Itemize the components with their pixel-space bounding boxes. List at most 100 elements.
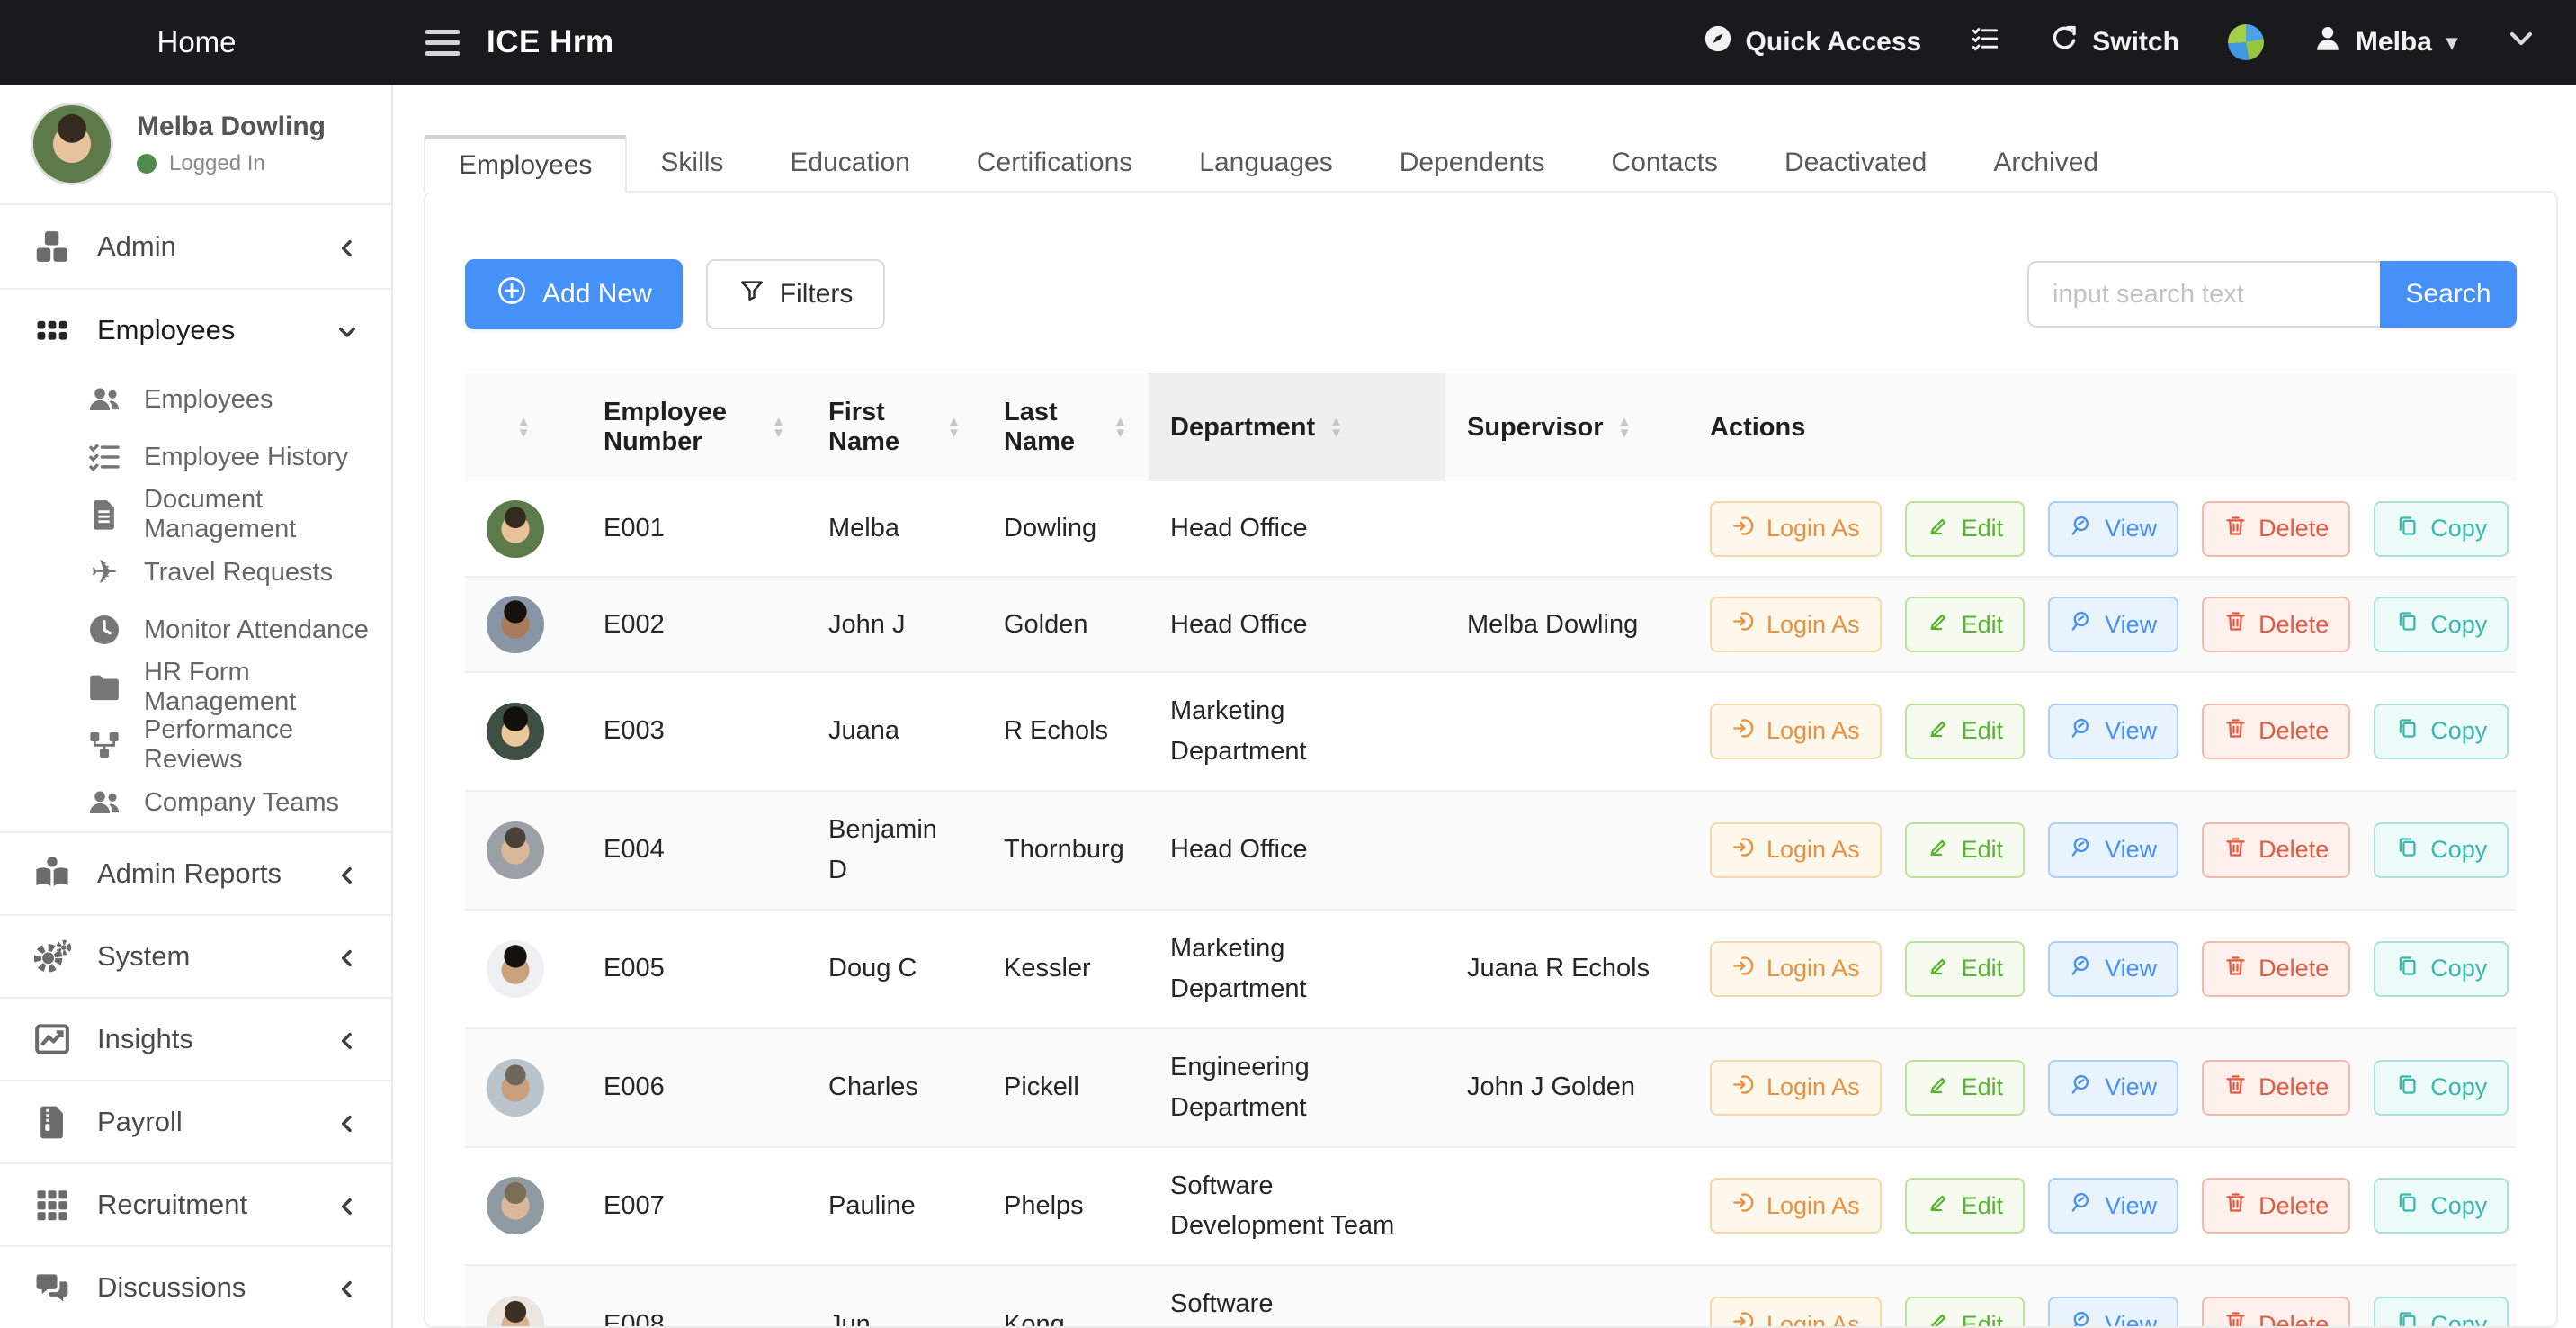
edit-button[interactable]: Edit [1905,941,2026,997]
sidebar-subitem-monitor-attendance[interactable]: Monitor Attendance [0,601,391,659]
sidebar-item-payroll[interactable]: Payroll [0,1080,391,1162]
actions-cell: Login As Edit View Delete Copy [1688,577,2517,672]
view-button[interactable]: View [2048,501,2178,557]
app-root: Home ICE Hrm Quick Access Switch Melba ▾ [0,0,2576,1328]
todo-list-button[interactable] [1970,23,2000,61]
edit-button[interactable]: Edit [1905,501,2026,557]
copy-button[interactable]: Copy [2374,822,2509,878]
switch-button[interactable]: Switch [2049,23,2179,61]
tab-deactivated[interactable]: Deactivated [1751,135,1960,191]
actions-cell: Login As Edit View Delete Copy [1688,791,2517,910]
sidebar-subitem-employee-history[interactable]: Employee History [0,428,391,486]
user-menu[interactable]: Melba ▾ [2312,23,2457,61]
first-name-cell: John J [807,577,982,672]
sidebar-item-employees[interactable]: Employees [0,288,391,371]
view-button[interactable]: View [2048,1297,2178,1328]
tab-archived[interactable]: Archived [1960,135,2132,191]
search-input[interactable] [2027,261,2380,328]
copy-button[interactable]: Copy [2374,501,2509,557]
sidebar-item-insights[interactable]: Insights [0,997,391,1080]
delete-button[interactable]: Delete [2202,1178,2350,1234]
first-name-cell: Benjamin D [807,791,982,910]
delete-button[interactable]: Delete [2202,704,2350,759]
action-label: Edit [1962,955,2004,983]
delete-button[interactable]: Delete [2202,941,2350,997]
column-header-avatar[interactable]: ▲▼ [465,373,582,481]
tab-certifications[interactable]: Certifications [944,135,1166,191]
sidebar-item-admin-reports[interactable]: Admin Reports [0,831,391,914]
tab-dependents[interactable]: Dependents [1366,135,1579,191]
sidebar-subitem-hr-form-management[interactable]: HR Form Management [0,659,391,716]
tab-education[interactable]: Education [756,135,943,191]
column-header-employee-number[interactable]: Employee Number▲▼ [582,373,807,481]
table-row: E006CharlesPickellEngineering Department… [465,1028,2517,1147]
tab-languages[interactable]: Languages [1166,135,1365,191]
view-button[interactable]: View [2048,941,2178,997]
edit-button[interactable]: Edit [1905,822,2026,878]
edit-button[interactable]: Edit [1905,597,2026,652]
copy-button[interactable]: Copy [2374,941,2509,997]
login-as-button[interactable]: Login As [1710,704,1882,759]
navbar-collapse-button[interactable] [2506,23,2536,61]
view-button[interactable]: View [2048,704,2178,759]
sidebar-subitem-performance-reviews[interactable]: Performance Reviews [0,716,391,774]
delete-icon [2223,716,2248,747]
edit-button[interactable]: Edit [1905,1297,2026,1328]
copy-button[interactable]: Copy [2374,1060,2509,1116]
sidebar-subitem-company-teams[interactable]: Company Teams [0,774,391,831]
copy-button[interactable]: Copy [2374,597,2509,652]
view-button[interactable]: View [2048,597,2178,652]
sidebar-item-recruitment[interactable]: Recruitment [0,1162,391,1245]
view-button[interactable]: View [2048,1178,2178,1234]
action-label: Login As [1767,1311,1860,1328]
copy-button[interactable]: Copy [2374,704,2509,759]
login-as-button[interactable]: Login As [1710,1297,1882,1328]
edit-button[interactable]: Edit [1905,1178,2026,1234]
column-header-department[interactable]: Department▲▼ [1149,373,1445,481]
tab-contacts[interactable]: Contacts [1579,135,1751,191]
profile-avatar[interactable] [31,103,113,185]
delete-button[interactable]: Delete [2202,1297,2350,1328]
view-button[interactable]: View [2048,1060,2178,1116]
language-globe-icon[interactable] [2228,24,2264,60]
sidebar-item-admin[interactable]: Admin [0,205,391,288]
login-as-button[interactable]: Login As [1710,597,1882,652]
sitemap-icon [86,727,122,763]
home-link[interactable]: Home [0,25,393,59]
edit-button[interactable]: Edit [1905,704,2026,759]
action-label: View [2105,515,2157,543]
sidebar-subitem-travel-requests[interactable]: ✈Travel Requests [0,543,391,601]
copy-button[interactable]: Copy [2374,1178,2509,1234]
add-new-button[interactable]: Add New [465,259,683,329]
filters-button[interactable]: Filters [706,259,886,329]
view-button[interactable]: View [2048,822,2178,878]
login-as-button[interactable]: Login As [1710,1060,1882,1116]
sidebar-item-system[interactable]: System [0,914,391,997]
login-as-button[interactable]: Login As [1710,941,1882,997]
column-label: Actions [1710,413,1805,443]
tab-skills[interactable]: Skills [627,135,756,191]
login-as-button[interactable]: Login As [1710,1178,1882,1234]
menu-toggle-icon[interactable] [425,30,460,56]
last-name-cell: Golden [982,577,1149,672]
copy-button[interactable]: Copy [2374,1297,2509,1328]
search-button[interactable]: Search [2380,261,2517,328]
column-header-supervisor[interactable]: Supervisor▲▼ [1445,373,1688,481]
delete-button[interactable]: Delete [2202,597,2350,652]
department-cell: Marketing Department [1149,672,1445,791]
sidebar-item-discussions[interactable]: Discussions [0,1245,391,1328]
login-as-button[interactable]: Login As [1710,501,1882,557]
login-as-button[interactable]: Login As [1710,822,1882,878]
sidebar-subitem-document-management[interactable]: Document Management [0,486,391,543]
edit-button[interactable]: Edit [1905,1060,2026,1116]
delete-button[interactable]: Delete [2202,501,2350,557]
chevron-left-icon [335,1193,359,1216]
delete-button[interactable]: Delete [2202,1060,2350,1116]
column-header-first-name[interactable]: First Name▲▼ [807,373,982,481]
sidebar-subitem-employees[interactable]: Employees [0,371,391,428]
delete-button[interactable]: Delete [2202,822,2350,878]
column-header-last-name[interactable]: Last Name▲▼ [982,373,1149,481]
tab-employees[interactable]: Employees [424,135,627,193]
quick-access-button[interactable]: Quick Access [1703,23,1922,61]
column-header-actions: Actions [1688,373,2517,481]
